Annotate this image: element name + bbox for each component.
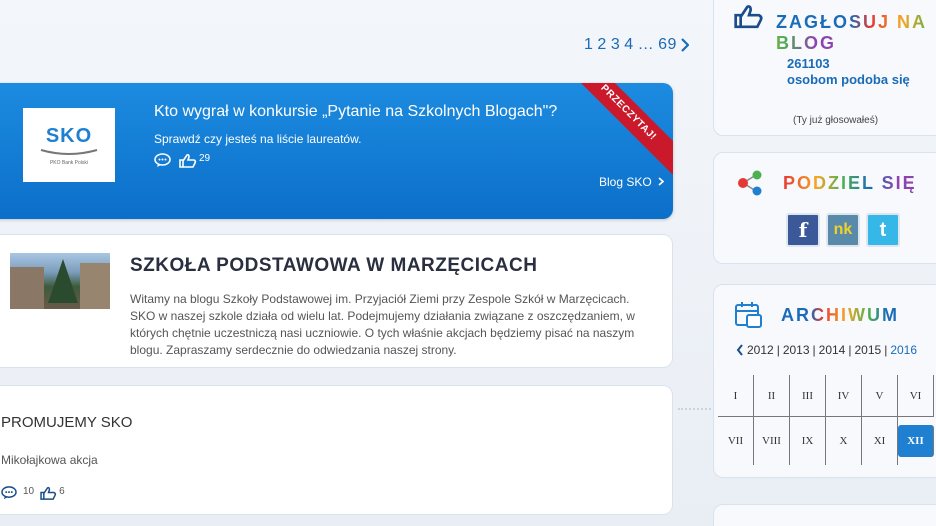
pagination: 1 2 3 4 … 69 (584, 36, 689, 54)
year-2012[interactable]: 2012 (747, 343, 774, 357)
share-buttons: f nk t (786, 213, 900, 247)
dotted-divider (678, 408, 718, 410)
promo-title[interactable]: PROMUJEMY SKO (1, 414, 132, 431)
chevron-right-icon[interactable] (681, 38, 689, 52)
month-xii[interactable]: XII (898, 425, 934, 457)
read-ribbon[interactable]: PRZECZYTAJ! (566, 83, 673, 175)
facebook-button[interactable]: f (786, 213, 820, 247)
page-link-4[interactable]: 4 (624, 36, 633, 54)
month-iii[interactable]: III (790, 375, 826, 417)
page-link-1[interactable]: 1 (584, 36, 593, 54)
featured-title[interactable]: Kto wygrał w konkursie „Pytanie na Szkol… (154, 103, 557, 121)
school-title: SZKOŁA PODSTAWOWA W MARZĘCICACH (130, 255, 538, 276)
year-2015[interactable]: 2015 (854, 343, 881, 357)
thumbs-up-icon[interactable] (179, 153, 197, 171)
photo-building-right (80, 263, 110, 309)
logo-subtitle: PKO Bank Polski (49, 159, 89, 166)
next-sidebar-box (713, 504, 936, 526)
month-xi[interactable]: XI (862, 417, 898, 465)
page-link-2[interactable]: 2 (597, 36, 606, 54)
year-2014[interactable]: 2014 (819, 343, 846, 357)
blog-sko-link[interactable]: Blog SKO (599, 175, 665, 189)
nk-button[interactable]: nk (826, 213, 860, 247)
school-description: Witamy na blogu Szkoły Podstawowej im. P… (130, 292, 635, 357)
month-iv[interactable]: IV (826, 375, 862, 417)
month-ii[interactable]: II (754, 375, 790, 417)
calendar-icon (734, 300, 762, 333)
chevron-right-icon (658, 177, 665, 186)
share-box: PODZIEL SIĘ f nk t (713, 152, 936, 264)
featured-subtitle: Sprawdź czy jesteś na liście laureatów. (154, 132, 362, 146)
likes-count: 6 (59, 486, 65, 497)
page-link-3[interactable]: 3 (611, 36, 620, 54)
featured-stats: 29 (154, 153, 210, 171)
year-divider: | (776, 343, 780, 357)
page-ellipsis: … (637, 36, 655, 53)
chevron-left-icon[interactable] (736, 344, 744, 356)
share-icon (736, 169, 764, 202)
year-selector: 2012 | 2013 | 2014 | 2015 | 2016 (736, 343, 917, 357)
vote-box: ZAGŁOSUJ NA BLOG 261103 osobom podoba si… (713, 0, 936, 136)
comment-icon[interactable] (154, 153, 171, 171)
comments-count: 10 (23, 486, 35, 497)
logo-swoosh-icon (40, 148, 98, 155)
likes-count: 29 (199, 153, 211, 164)
school-photo (10, 253, 110, 309)
promo-post-link[interactable]: Mikołajkowa akcja (1, 453, 98, 467)
year-2016[interactable]: 2016 (890, 343, 917, 357)
thumbs-up-icon[interactable] (40, 486, 57, 503)
year-2013[interactable]: 2013 (783, 343, 810, 357)
blog-link-label: Blog SKO (599, 175, 652, 189)
share-title: PODZIEL SIĘ (783, 173, 917, 194)
vote-count: 261103 (787, 56, 830, 71)
promo-card: PROMUJEMY SKO Mikołajkowa akcja 10 6 (0, 385, 673, 515)
year-divider: | (848, 343, 852, 357)
photo-tree (48, 259, 78, 303)
twitter-button[interactable]: t (866, 213, 900, 247)
page-link-last[interactable]: 69 (658, 36, 677, 54)
share-title-text: PODZIEL SIĘ (783, 173, 917, 193)
month-grid: I II III IV V VI VII VIII IX X XI XII (718, 375, 936, 465)
thumbs-up-icon[interactable] (734, 3, 764, 34)
vote-note: (Ty już głosowałeś) (793, 115, 879, 126)
photo-building (10, 267, 44, 309)
month-x[interactable]: X (826, 417, 862, 465)
year-divider: | (812, 343, 816, 357)
vote-title: ZAGŁOSUJ NA BLOG (776, 12, 936, 54)
month-vii[interactable]: VII (718, 417, 754, 465)
archive-title-text: ARCHIWUM (781, 305, 899, 325)
month-viii[interactable]: VIII (754, 417, 790, 465)
school-card: SZKOŁA PODSTAWOWA W MARZĘCICACH Witamy n… (0, 234, 673, 368)
month-i[interactable]: I (718, 375, 754, 417)
year-divider: | (884, 343, 888, 357)
comment-icon[interactable] (1, 486, 17, 503)
archive-box: ARCHIWUM 2012 | 2013 | 2014 | 2015 | 2016 I … (713, 284, 936, 478)
featured-post-card[interactable]: SKO PKO Bank Polski Kto wygrał w konkurs… (0, 83, 673, 219)
sko-logo: SKO PKO Bank Polski (23, 108, 115, 182)
vote-text: osobom podoba się (787, 72, 910, 87)
month-vi[interactable]: VI (898, 375, 934, 417)
vote-title-text: ZAGŁOSUJ NA BLOG (776, 12, 928, 53)
month-v[interactable]: V (862, 375, 898, 417)
archive-title: ARCHIWUM (781, 305, 899, 326)
logo-wordmark: SKO (45, 124, 93, 147)
month-ix[interactable]: IX (790, 417, 826, 465)
promo-stats: 10 6 (1, 486, 65, 503)
